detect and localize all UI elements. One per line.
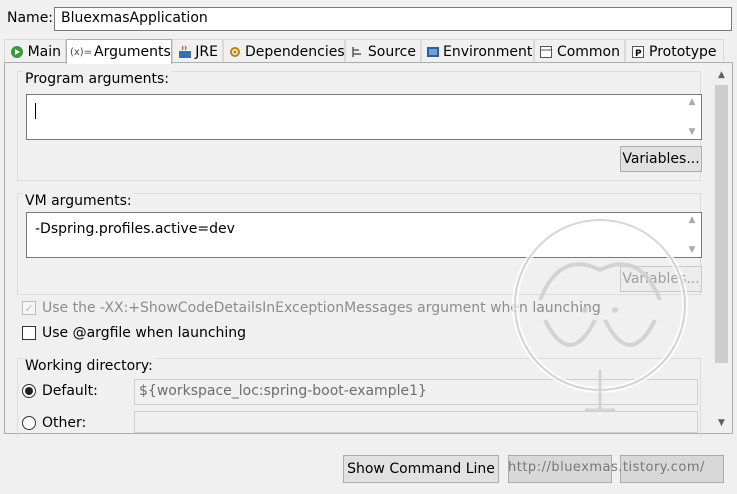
source-icon <box>350 44 365 60</box>
scroll-up-icon: ▲ <box>688 97 696 107</box>
default-directory-field: ${workspace_loc:spring-boot-example1} <box>134 379 698 405</box>
argfile-label: Use @argfile when launching <box>42 325 247 341</box>
default-radio[interactable] <box>22 384 36 398</box>
arguments-panel: Program arguments: ▲ ▼ Variables... VM a… <box>4 62 733 438</box>
scrollbar-thumb[interactable] <box>715 85 728 363</box>
panel-scrollbar[interactable]: ▲ ▼ <box>713 67 730 431</box>
program-arguments-label: Program arguments: <box>23 71 171 87</box>
tab-source[interactable]: Source <box>345 39 421 63</box>
argfile-option[interactable]: Use @argfile when launching <box>22 325 246 341</box>
main-icon <box>9 44 25 60</box>
scroll-down-icon: ▼ <box>688 245 696 255</box>
tab-main[interactable]: Main <box>4 39 66 63</box>
working-directory-group: Working directory: Default: ${workspace_… <box>17 358 701 438</box>
tab-dependencies[interactable]: Dependencies <box>223 39 345 63</box>
svg-text:P: P <box>635 49 642 59</box>
vm-arguments-scrollbar[interactable]: ▲ ▼ <box>685 215 699 255</box>
tab-arguments[interactable]: (x)= Arguments <box>66 39 172 64</box>
arguments-icon: (x)= <box>69 46 93 58</box>
tab-label: Source <box>367 43 416 60</box>
show-code-details-option[interactable]: ✓ Use the -XX:+ShowCodeDetailsInExceptio… <box>22 300 601 316</box>
tab-prototype[interactable]: P Prototype <box>625 39 724 63</box>
program-variables-button[interactable]: Variables... <box>620 146 702 172</box>
tab-label: Dependencies <box>245 43 345 60</box>
argfile-checkbox[interactable] <box>22 326 36 340</box>
dependencies-icon <box>228 44 242 60</box>
program-arguments-input[interactable]: ▲ ▼ <box>26 94 702 140</box>
tab-label: Prototype <box>649 43 717 60</box>
other-radio[interactable] <box>22 416 36 430</box>
tab-label: Environment <box>443 43 533 60</box>
other-label: Other: <box>42 415 87 431</box>
prototype-icon: P <box>630 44 646 60</box>
scroll-down-icon: ▼ <box>688 127 696 137</box>
name-input[interactable]: BluexmasApplication <box>54 7 732 31</box>
tab-environment[interactable]: Environment <box>421 39 534 63</box>
default-radio-row[interactable]: Default: <box>22 383 98 399</box>
tab-jre[interactable]: JRE <box>172 39 223 63</box>
tab-bar: Main (x)= Arguments JRE Dependencies Sou… <box>4 39 724 64</box>
tab-label: Common <box>556 43 620 60</box>
default-label: Default: <box>42 383 98 399</box>
watermark-text: http://bluexmas.tistory.com/ <box>508 460 705 475</box>
tab-label: JRE <box>195 43 218 60</box>
program-arguments-group: Program arguments: ▲ ▼ Variables... <box>17 71 702 181</box>
scroll-down-icon[interactable]: ▼ <box>713 415 730 431</box>
vm-variables-button[interactable]: Variables... <box>620 266 702 292</box>
show-code-details-label: Use the -XX:+ShowCodeDetailsInExceptionM… <box>42 300 601 316</box>
tab-common[interactable]: Common <box>534 39 625 63</box>
name-row: Name: BluexmasApplication <box>0 0 737 36</box>
vm-arguments-value: -Dspring.profiles.active=dev <box>35 221 235 237</box>
vm-arguments-group: VM arguments: -Dspring.profiles.active=d… <box>17 193 702 295</box>
scroll-up-icon[interactable]: ▲ <box>713 67 730 83</box>
vm-arguments-input[interactable]: -Dspring.profiles.active=dev ▲ ▼ <box>26 212 702 258</box>
show-code-details-checkbox[interactable]: ✓ <box>22 301 36 315</box>
show-command-line-button[interactable]: Show Command Line <box>343 455 499 483</box>
tab-label: Arguments <box>94 44 171 60</box>
other-directory-field[interactable] <box>134 411 698 433</box>
scroll-up-icon: ▲ <box>688 215 696 225</box>
tab-label: Main <box>27 43 61 60</box>
other-radio-row[interactable]: Other: <box>22 415 86 431</box>
environment-icon <box>426 44 440 60</box>
vm-arguments-label: VM arguments: <box>23 193 134 209</box>
jre-icon <box>177 44 192 60</box>
text-caret <box>35 103 36 119</box>
program-arguments-scrollbar[interactable]: ▲ ▼ <box>685 97 699 137</box>
common-icon <box>539 44 554 60</box>
name-label: Name: <box>7 10 54 26</box>
working-directory-label: Working directory: <box>23 358 155 374</box>
